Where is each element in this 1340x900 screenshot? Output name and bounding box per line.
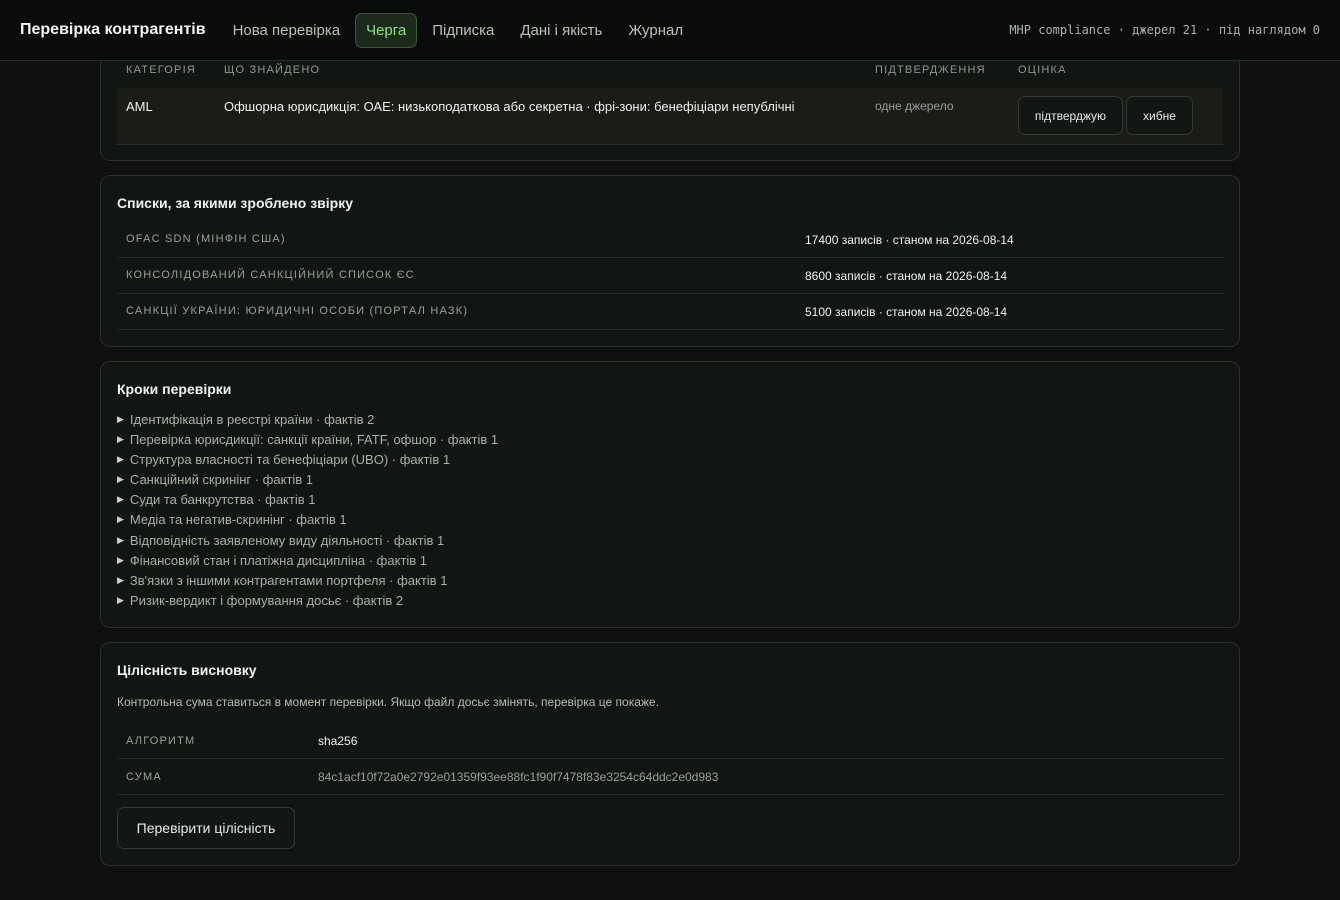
confirm-button[interactable]: підтверджую xyxy=(1018,96,1123,135)
step-label: Суди та банкрутства · фактів 1 xyxy=(129,492,316,507)
checksum-value: 84c1acf10f72a0e2792e01359f93ee88fc1f90f7… xyxy=(318,770,719,784)
nav-journal[interactable]: Журнал xyxy=(617,13,694,48)
list-value: 8600 записів · станом на 2026-08-14 xyxy=(805,269,1008,283)
step-item[interactable]: ▶ Медіа та негатив-скринінг · фактів 1 xyxy=(117,512,347,527)
expand-triangle-icon: ▶ xyxy=(117,555,124,565)
nav-data-quality[interactable]: Дані і якість xyxy=(509,13,613,48)
integrity-card: Цілісність висновку Контрольна сума став… xyxy=(100,642,1240,866)
nav-new-check[interactable]: Нова перевірка xyxy=(222,13,352,48)
list-name: Санкції України: юридичні особи (портал … xyxy=(126,305,469,317)
finding-description: Офшорна юрисдикція: ОАЕ: низькоподаткова… xyxy=(224,99,795,114)
list-name: Консолідований санкційний список ЄС xyxy=(126,269,415,281)
step-label: Ідентифікація в реєстрі країни · фактів … xyxy=(129,412,375,427)
step-label: Санкційний скринінг · фактів 1 xyxy=(129,472,314,487)
header-found: ЩО ЗНАЙДЕНО xyxy=(224,64,321,76)
step-item[interactable]: ▶ Зв'язки з іншими контрагентами портфеля… xyxy=(117,573,447,588)
step-label: Медіа та негатив-скринінг · фактів 1 xyxy=(129,512,347,527)
nav-queue[interactable]: Черга xyxy=(355,12,418,48)
step-label: Структура власності та бенефіціари (UBO)… xyxy=(129,452,451,467)
step-item[interactable]: ▶ Суди та банкрутства · фактів 1 xyxy=(117,492,315,507)
expand-triangle-icon: ▶ xyxy=(117,434,124,444)
expand-triangle-icon: ▶ xyxy=(117,575,124,585)
header-category: КАТЕГОРІЯ xyxy=(126,64,196,76)
step-item[interactable]: ▶ Ідентифікація в реєстрі країни · фактів… xyxy=(117,412,374,427)
expand-triangle-icon: ▶ xyxy=(117,454,124,464)
algorithm-row: АЛГОРИТМ sha256 xyxy=(117,723,1223,759)
algorithm-value: sha256 xyxy=(318,734,358,748)
step-item[interactable]: ▶ Відповідність заявленому виду діяльност… xyxy=(117,533,444,548)
mark-false-button[interactable]: хибне xyxy=(1126,96,1193,135)
status-summary: МНР compliance · джерел 21 · під наглядо… xyxy=(1009,23,1320,37)
top-navigation-bar: Перевірка контрагентів Нова перевірка Че… xyxy=(0,0,1340,61)
screening-lists-card: Списки, за якими зроблено звірку OFAC SD… xyxy=(100,175,1240,347)
step-label: Ризик-вердикт і формування досьє · факті… xyxy=(129,593,404,608)
step-item[interactable]: ▶ Фінансовий стан і платіжна дисципліна ·… xyxy=(117,553,427,568)
expand-triangle-icon: ▶ xyxy=(117,535,124,545)
lists-title: Списки, за якими зроблено звірку xyxy=(117,195,353,211)
list-row: Консолідований санкційний список ЄС 8600… xyxy=(117,258,1223,294)
expand-triangle-icon: ▶ xyxy=(117,494,124,504)
finding-confirmation: одне джерело xyxy=(875,99,954,113)
step-label: Фінансовий стан і платіжна дисципліна · … xyxy=(129,553,428,568)
checksum-label: СУМА xyxy=(126,771,162,783)
step-label: Відповідність заявленому виду діяльності… xyxy=(129,533,445,548)
checksum-row: СУМА 84c1acf10f72a0e2792e01359f93ee88fc1… xyxy=(117,759,1223,795)
header-confirmation: ПІДТВЕРДЖЕННЯ xyxy=(875,64,986,76)
finding-row: AML Офшорна юрисдикція: ОАЕ: низькоподат… xyxy=(117,88,1223,145)
check-steps-card: Кроки перевірки ▶ Ідентифікація в реєстрі… xyxy=(100,361,1240,628)
steps-title: Кроки перевірки xyxy=(117,381,232,397)
step-item[interactable]: ▶ Санкційний скринінг · фактів 1 xyxy=(117,472,313,487)
main-nav: Нова перевірка Черга Підписка Дані і які… xyxy=(222,12,695,48)
header-rating: ОЦІНКА xyxy=(1018,64,1067,76)
expand-triangle-icon: ▶ xyxy=(117,595,124,605)
app-title: Перевірка контрагентів xyxy=(20,21,206,38)
list-value: 5100 записів · станом на 2026-08-14 xyxy=(805,305,1008,319)
expand-triangle-icon: ▶ xyxy=(117,514,124,524)
step-item[interactable]: ▶ Структура власності та бенефіціари (UBO… xyxy=(117,452,450,467)
step-item[interactable]: ▶ Ризик-вердикт і формування досьє · факт… xyxy=(117,593,403,608)
expand-triangle-icon: ▶ xyxy=(117,414,124,424)
integrity-title: Цілісність висновку xyxy=(117,662,257,678)
list-row: Санкції України: юридичні особи (портал … xyxy=(117,294,1223,330)
list-row: OFAC SDN (Мінфін США) 17400 записів · ст… xyxy=(117,222,1223,258)
step-item[interactable]: ▶ Перевірка юрисдикції: санкції країни, F… xyxy=(117,432,498,447)
finding-category: AML xyxy=(126,99,153,114)
verify-integrity-button[interactable]: Перевірити цілісність xyxy=(117,807,295,849)
expand-triangle-icon: ▶ xyxy=(117,474,124,484)
step-label: Перевірка юрисдикції: санкції країни, FA… xyxy=(129,432,499,447)
list-value: 17400 записів · станом на 2026-08-14 xyxy=(805,233,1014,247)
integrity-description: Контрольна сума ставиться в момент перев… xyxy=(117,695,659,709)
algorithm-label: АЛГОРИТМ xyxy=(126,735,196,747)
step-label: Зв'язки з іншими контрагентами портфеля … xyxy=(129,573,448,588)
nav-subscription[interactable]: Підписка xyxy=(421,13,505,48)
list-name: OFAC SDN (Мінфін США) xyxy=(126,233,286,245)
